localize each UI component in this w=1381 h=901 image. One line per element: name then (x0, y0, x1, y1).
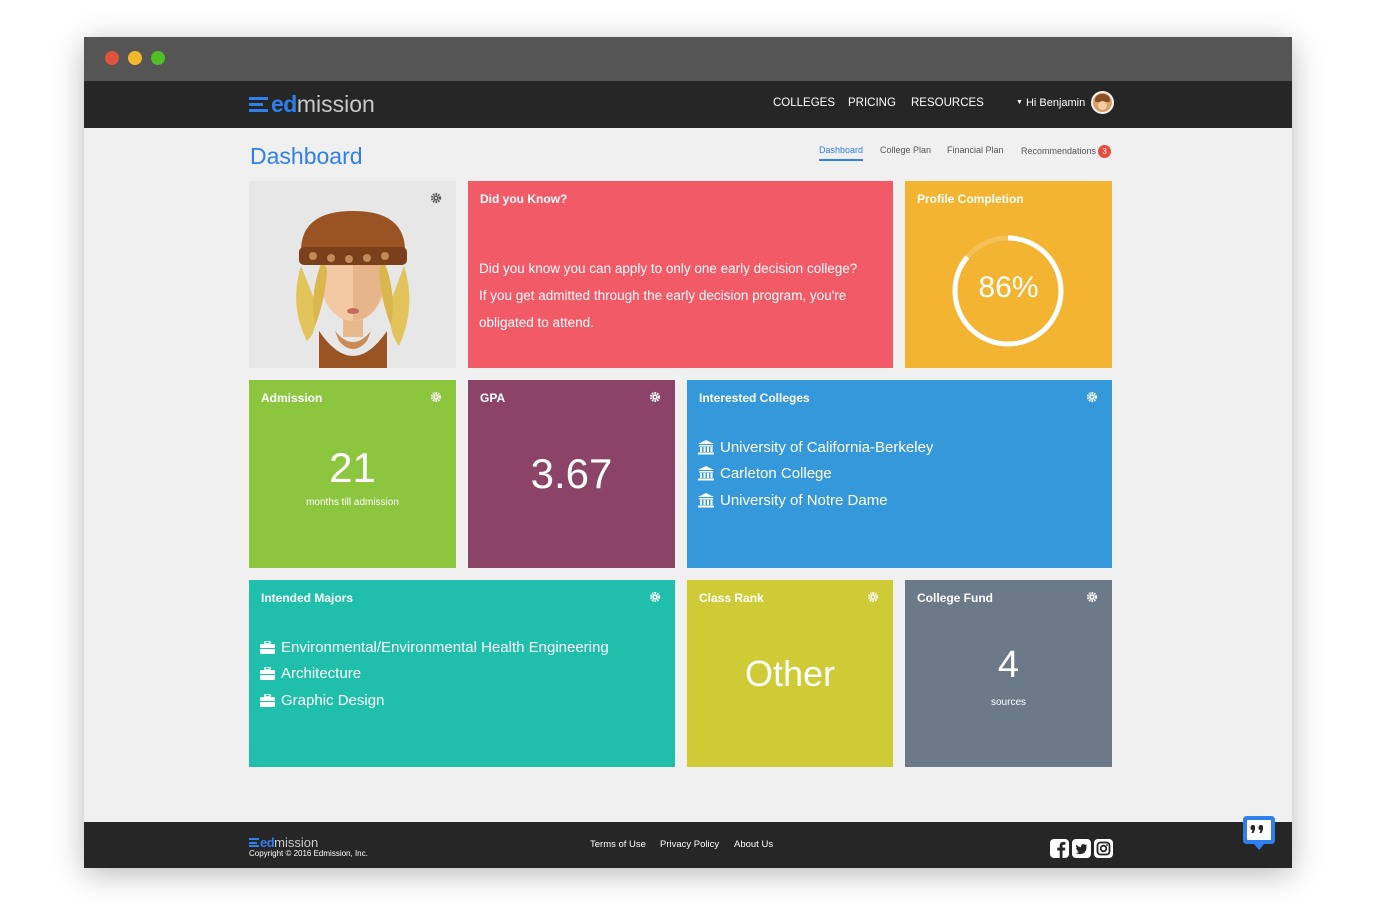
college-name: Carleton College (720, 465, 832, 483)
tab-recommendations-label: Recommendations (1021, 145, 1097, 156)
gear-icon[interactable] (1086, 591, 1098, 603)
major-name: Architecture (281, 665, 362, 683)
profile-completion-tile: Profile Completion 86% (905, 181, 1112, 368)
gpa-tile: GPA 3.67 (468, 380, 675, 568)
did-you-know-line-3: obligated to attend. (479, 315, 594, 330)
footer-logo-ed-text: ed (260, 835, 275, 850)
student-avatar-illustration (296, 211, 410, 368)
nav-resources[interactable]: RESOURCES (911, 97, 984, 109)
copyright-text: Copyright © 2016 Edmission, Inc. (249, 849, 368, 858)
briefcase-icon (260, 693, 275, 707)
logo-mark-icon (249, 96, 268, 112)
terms-of-use-link[interactable]: Terms of Use (590, 839, 646, 850)
about-us-link[interactable]: About Us (734, 839, 773, 850)
twitter-icon[interactable] (1072, 839, 1091, 858)
class-rank-title: Class Rank (699, 591, 764, 605)
list-item[interactable]: Architecture (260, 661, 609, 688)
edmission-logo[interactable]: ed mission (249, 90, 375, 117)
list-item[interactable]: University of California-Berkeley (698, 434, 933, 461)
briefcase-icon (260, 640, 275, 654)
close-window-button[interactable] (105, 51, 119, 65)
intended-majors-list: Environmental/Environmental Health Engin… (260, 634, 609, 714)
minimize-window-button[interactable] (128, 51, 142, 65)
university-icon (698, 466, 714, 481)
major-name: Graphic Design (281, 691, 385, 709)
top-navbar: ed mission COLLEGES PRICING RESOURCES ▼ … (84, 81, 1292, 128)
admission-months-value: 21 (329, 444, 376, 491)
nav-pricing[interactable]: PRICING (848, 97, 896, 109)
list-item[interactable]: Graphic Design (260, 687, 609, 714)
logo-mission-text: mission (296, 90, 375, 117)
college-fund-sources-value: 4 (997, 644, 1020, 686)
footer-logo[interactable]: ed mission (249, 835, 318, 850)
major-name: Environmental/Environmental Health Engin… (281, 638, 609, 656)
college-fund-tile: College Fund 4 sources (905, 580, 1112, 767)
briefcase-icon (260, 667, 275, 681)
intended-majors-tile: Intended Majors Environmental/Environmen… (249, 580, 675, 767)
did-you-know-text: Did you know you can apply to only one e… (479, 255, 889, 336)
logo-ed-text: ed (271, 90, 297, 117)
class-rank-value: Other (744, 653, 836, 694)
gear-icon[interactable] (649, 591, 661, 603)
list-item[interactable]: Carleton College (698, 461, 933, 488)
gpa-value: 3.67 (530, 450, 613, 497)
college-name: University of Notre Dame (720, 491, 888, 509)
instagram-icon[interactable] (1094, 839, 1113, 858)
maximize-window-button[interactable] (151, 51, 165, 65)
tab-financial-plan[interactable]: Financial Plan (947, 145, 1004, 155)
page-title: Dashboard (250, 143, 363, 169)
browser-window: ed mission COLLEGES PRICING RESOURCES ▼ … (84, 37, 1292, 868)
user-menu[interactable]: ▼ Hi Benjamin (1016, 91, 1115, 114)
college-fund-title: College Fund (917, 591, 993, 605)
tab-dashboard[interactable]: Dashboard (819, 145, 864, 161)
university-icon (698, 492, 714, 508)
logo-mark-icon (249, 838, 259, 847)
privacy-policy-link[interactable]: Privacy Policy (660, 839, 719, 850)
footer-logo-mission-text: mission (274, 835, 319, 850)
caret-down-icon: ▼ (1016, 99, 1023, 106)
page-footer: ed mission Copyright © 2016 Edmission, I… (84, 822, 1292, 868)
university-icon (698, 439, 714, 455)
intended-majors-title: Intended Majors (261, 591, 354, 605)
did-you-know-line-1: Did you know you can apply to only one e… (479, 261, 858, 276)
profile-completion-percent: 86% (978, 271, 1039, 304)
tab-college-plan[interactable]: College Plan (880, 145, 931, 155)
admission-tile: Admission 21 months till admission (249, 380, 456, 568)
chat-quote-icon[interactable] (1242, 815, 1276, 851)
admission-title: Admission (261, 391, 323, 405)
tab-recommendations[interactable]: Recommendations 3 (1021, 145, 1112, 158)
recommendations-badge: 3 (1098, 145, 1112, 158)
did-you-know-line-2: If you get admitted through the early de… (479, 288, 847, 303)
interested-colleges-list: University of California-Berkeley Carlet… (698, 434, 933, 514)
gear-icon[interactable] (1086, 391, 1098, 403)
gear-icon[interactable] (867, 591, 879, 603)
user-avatar-icon[interactable] (1091, 91, 1115, 114)
college-name: University of California-Berkeley (720, 438, 934, 456)
list-item[interactable]: University of Notre Dame (698, 487, 933, 514)
interested-colleges-tile: Interested Colleges University of Califo… (687, 380, 1112, 568)
user-greeting: Hi Benjamin (1025, 96, 1086, 109)
list-item[interactable]: Environmental/Environmental Health Engin… (260, 634, 609, 661)
did-you-know-tile: Did you Know? Did you know you can apply… (468, 181, 893, 368)
facebook-icon[interactable] (1050, 839, 1069, 858)
interested-colleges-title: Interested Colleges (699, 391, 810, 405)
nav-colleges[interactable]: COLLEGES (773, 97, 835, 109)
college-fund-sources-label: sources (990, 697, 1026, 708)
profile-photo-tile[interactable] (249, 181, 456, 368)
did-you-know-title: Did you Know? (480, 192, 568, 206)
class-rank-tile: Class Rank Other (687, 580, 893, 767)
gear-icon[interactable] (430, 391, 442, 403)
window-titlebar (84, 37, 1292, 81)
gear-icon[interactable] (649, 391, 661, 403)
admission-months-label: months till admission (306, 497, 399, 508)
gpa-title: GPA (480, 391, 506, 405)
